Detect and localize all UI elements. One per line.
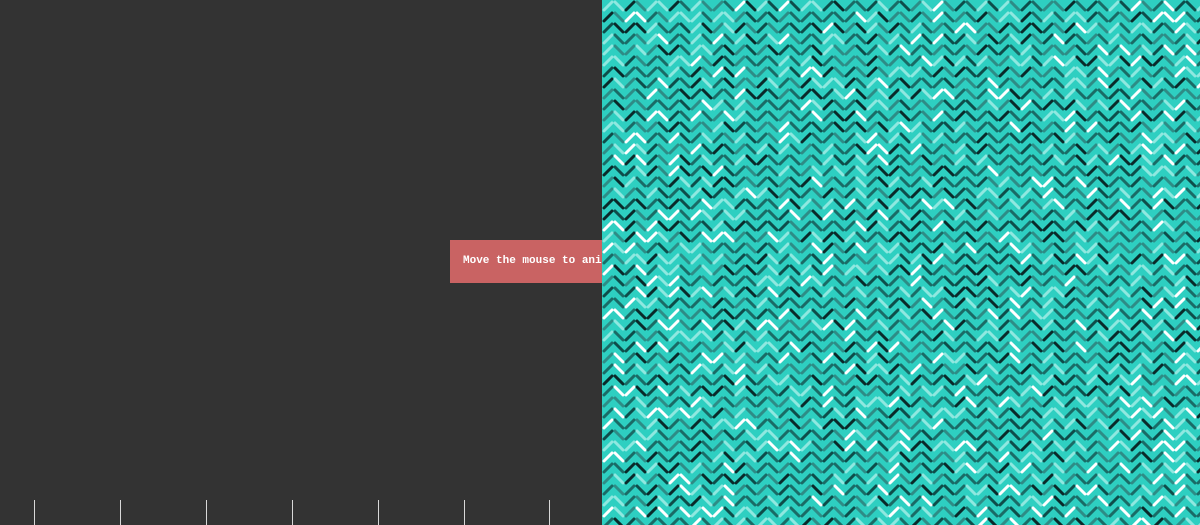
left-pane: Move the mouse to animate bbox=[0, 0, 602, 525]
ruler-tick bbox=[34, 500, 35, 525]
mouse-hint-banner: Move the mouse to animate bbox=[450, 240, 602, 283]
herringbone-pattern-panel[interactable] bbox=[602, 0, 1200, 525]
ruler-tick bbox=[464, 500, 465, 525]
ruler-tick bbox=[206, 500, 207, 525]
ruler-tick bbox=[292, 500, 293, 525]
canvas-stage[interactable]: Move the mouse to animate bbox=[0, 0, 1200, 525]
ruler-tick bbox=[549, 500, 550, 525]
herringbone-pattern bbox=[602, 0, 1200, 525]
ruler-tick bbox=[378, 500, 379, 525]
ruler-tick bbox=[120, 500, 121, 525]
mouse-hint-text: Move the mouse to animate bbox=[463, 255, 602, 267]
